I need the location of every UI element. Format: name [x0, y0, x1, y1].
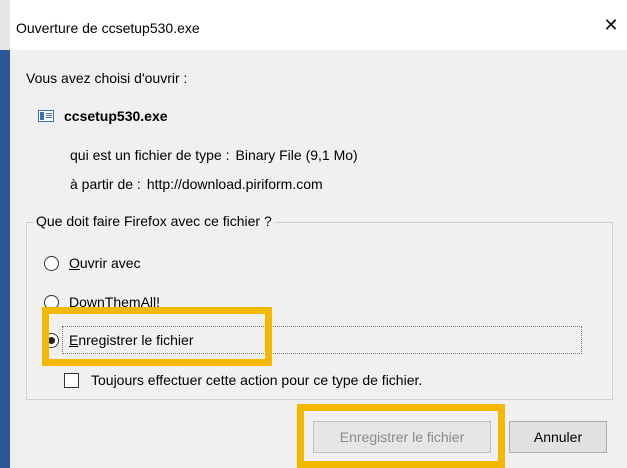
file-source-value: http://download.piriform.com [146, 176, 323, 192]
intro-text: Vous avez choisi d'ouvrir : [26, 70, 188, 86]
background-window-edge [0, 0, 10, 468]
always-do-checkbox-label[interactable]: Toujours effectuer cette action pour ce … [91, 372, 422, 388]
dialog-title: Ouverture de ccsetup530.exe [16, 20, 200, 36]
file-row: ccsetup530.exe [38, 108, 168, 124]
radio-open-with-label[interactable]: Ouvrir avec [69, 255, 141, 271]
dialog-titlebar: Ouverture de ccsetup530.exe ✕ [10, 0, 627, 50]
cancel-button[interactable]: Annuler [509, 421, 607, 453]
file-source-line: à partir de : http://download.piriform.co… [70, 176, 323, 192]
action-group-legend: Que doit faire Firefox avec ce fichier ? [33, 213, 275, 229]
dialog-body: Vous avez choisi d'ouvrir : ccsetup530.e… [10, 50, 627, 468]
highlight-save-option [42, 307, 272, 366]
file-type-line: qui est un fichier de type : Binary File … [70, 147, 358, 163]
file-name: ccsetup530.exe [64, 108, 168, 124]
file-source-label: à partir de : [70, 176, 141, 192]
background-window-edge-gap [0, 0, 10, 50]
file-type-label: qui est un fichier de type : [70, 147, 230, 163]
close-icon[interactable]: ✕ [601, 14, 621, 36]
file-type-value: Binary File (9,1 Mo) [235, 147, 358, 163]
always-do-checkbox[interactable] [64, 372, 79, 388]
radio-open-with[interactable]: Ouvrir avec [44, 255, 141, 271]
highlight-save-button [297, 404, 505, 468]
radio-open-with-circle[interactable] [44, 255, 59, 271]
file-icon [38, 110, 54, 122]
always-do-checkbox-row[interactable]: Toujours effectuer cette action pour ce … [64, 372, 422, 388]
